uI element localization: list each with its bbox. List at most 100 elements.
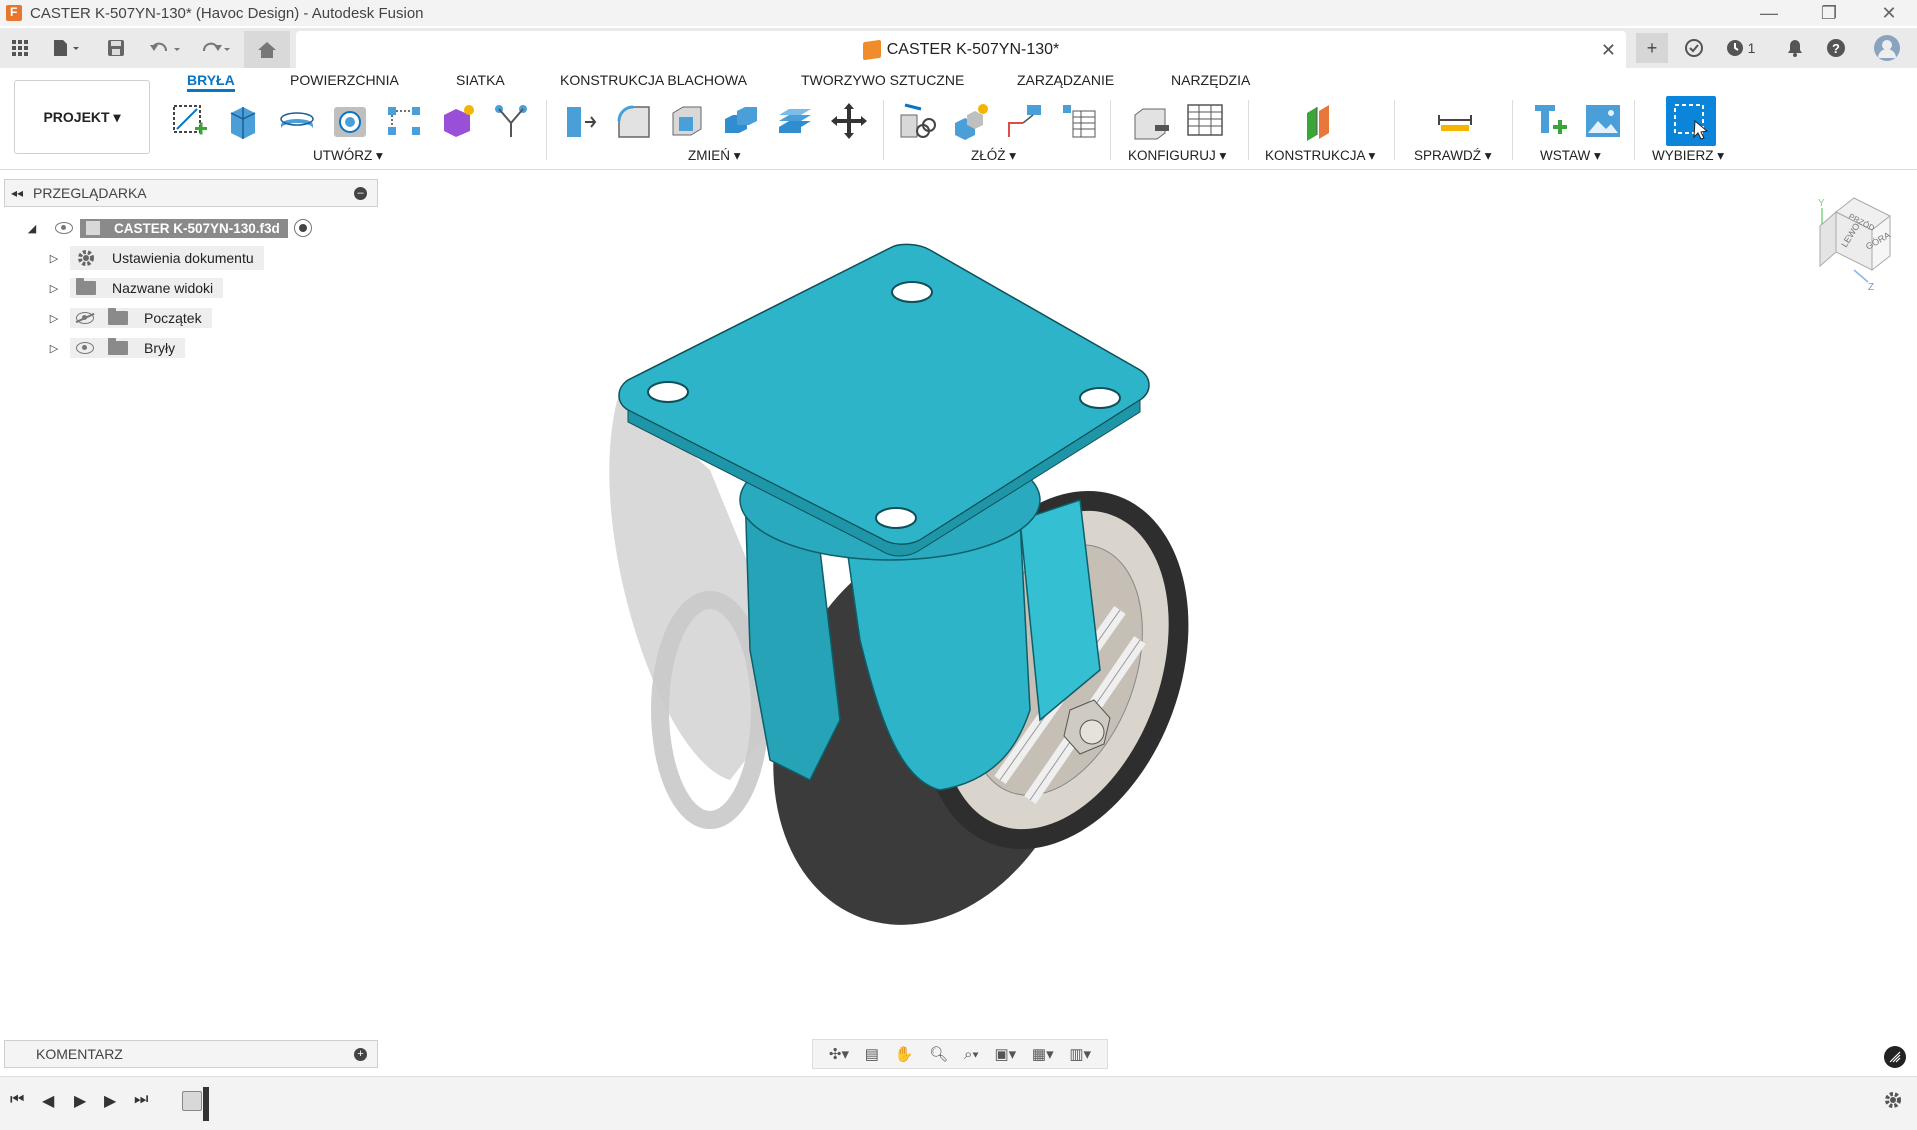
tab-utilities[interactable]: NARZĘDZIA <box>1171 72 1250 88</box>
timeline-marker[interactable] <box>203 1087 209 1121</box>
grid-settings-icon[interactable]: ▦▾ <box>1032 1045 1054 1063</box>
document-settings-pill[interactable]: Ustawienia dokumentu <box>70 246 264 270</box>
insert-canvas-icon[interactable] <box>1582 100 1624 142</box>
bill-of-materials-icon[interactable] <box>1058 100 1100 142</box>
insert-mcmaster-icon[interactable] <box>1528 100 1570 142</box>
zoom-icon[interactable]: 🔍︎ <box>929 1045 948 1063</box>
tab-solid[interactable]: BRYŁA <box>187 72 235 92</box>
tree-row-bodies[interactable]: ▷ Bryły <box>48 336 186 360</box>
group-select-label[interactable]: WYBIERZ ▾ <box>1652 148 1724 164</box>
close-window-button[interactable]: ✕ <box>1861 0 1917 26</box>
restore-button[interactable]: ❐ <box>1801 0 1857 26</box>
extrude-icon[interactable] <box>222 100 264 142</box>
tree-row-document-settings[interactable]: ▷ Ustawienia dokumentu <box>48 246 264 270</box>
measure-icon[interactable] <box>1434 100 1476 142</box>
comment-expand-icon[interactable]: + <box>354 1048 367 1061</box>
expanded-arrow-icon[interactable]: ◢ <box>26 222 38 235</box>
collapsed-arrow-icon[interactable]: ▷ <box>48 252 60 265</box>
group-construct-label[interactable]: KONSTRUKCJA ▾ <box>1265 148 1375 164</box>
tab-mesh[interactable]: SIATKA <box>456 72 505 88</box>
root-component-pill[interactable]: CASTER K-507YN-130.f3d <box>80 218 288 238</box>
derive-icon[interactable] <box>490 100 532 142</box>
collapse-browser-icon[interactable]: ◂◂ <box>11 186 23 200</box>
notifications-bell-icon[interactable] <box>1780 33 1810 63</box>
step-forward-icon[interactable]: ▶ <box>104 1091 116 1111</box>
close-tab-button[interactable]: ✕ <box>1601 40 1616 61</box>
group-configure-label[interactable]: KONFIGURUJ ▾ <box>1128 148 1226 164</box>
go-to-start-icon[interactable]: ⏮ <box>10 1091 24 1109</box>
group-assemble-label[interactable]: ZŁÓŻ ▾ <box>971 148 1016 164</box>
redo-icon[interactable] <box>196 33 236 63</box>
offset-face-icon[interactable] <box>774 100 816 142</box>
select-icon[interactable] <box>1666 96 1716 146</box>
press-pull-icon[interactable] <box>558 100 600 142</box>
shell-icon[interactable] <box>666 100 708 142</box>
file-menu-icon[interactable] <box>46 33 86 63</box>
step-back-icon[interactable]: ◀ <box>42 1091 54 1111</box>
group-create-label[interactable]: UTWÓRZ ▾ <box>313 148 383 164</box>
look-at-icon[interactable]: ▤ <box>865 1045 879 1063</box>
play-icon[interactable]: ▶ <box>74 1091 86 1111</box>
zoom-window-icon[interactable]: ⌕▾ <box>964 1046 979 1063</box>
new-component-icon[interactable] <box>950 100 992 142</box>
fillet-icon[interactable] <box>612 100 654 142</box>
go-to-end-icon[interactable]: ⏭ <box>134 1091 148 1109</box>
new-tab-icon[interactable]: + <box>1636 33 1668 63</box>
collapsed-arrow-icon[interactable]: ▷ <box>48 342 60 355</box>
tree-row-origin[interactable]: ▷ Początek <box>48 306 212 330</box>
home-icon[interactable] <box>244 31 290 68</box>
tree-row-root[interactable]: ◢ CASTER K-507YN-130.f3d <box>26 216 312 240</box>
timeline-feature-icon[interactable] <box>182 1091 202 1111</box>
group-insert-label[interactable]: WSTAW ▾ <box>1540 148 1601 164</box>
collapsed-arrow-icon[interactable]: ▷ <box>48 282 60 295</box>
browser-minimize-icon[interactable]: – <box>354 187 367 200</box>
collapsed-arrow-icon[interactable]: ▷ <box>48 312 60 325</box>
visibility-eye-icon[interactable] <box>76 342 94 354</box>
viewports-icon[interactable]: ▥▾ <box>1069 1045 1091 1063</box>
minimize-button[interactable]: — <box>1741 0 1797 26</box>
configuration-table-icon[interactable] <box>1184 100 1226 142</box>
user-avatar[interactable] <box>1870 33 1904 63</box>
create-form-icon[interactable] <box>437 100 479 142</box>
timeline-settings-gear-icon[interactable] <box>1882 1089 1908 1115</box>
named-views-pill[interactable]: Nazwane widoki <box>70 278 224 298</box>
visibility-eye-icon[interactable] <box>52 222 76 234</box>
group-modify-label[interactable]: ZMIEŃ ▾ <box>688 148 741 164</box>
undo-icon[interactable] <box>146 33 186 63</box>
revolve-icon[interactable] <box>276 100 318 142</box>
tree-row-named-views[interactable]: ▷ Nazwane widoki <box>48 276 224 300</box>
help-icon[interactable]: ? <box>1821 33 1851 63</box>
create-sketch-icon[interactable] <box>168 100 210 142</box>
as-built-joint-icon[interactable] <box>1004 100 1046 142</box>
caster-3d-model[interactable] <box>600 220 1260 940</box>
origin-pill[interactable]: Początek <box>70 308 212 328</box>
job-status-icon[interactable]: 1 <box>1718 33 1762 63</box>
orbit-icon[interactable]: ✣▾ <box>829 1045 849 1063</box>
save-icon[interactable] <box>102 33 130 63</box>
hole-icon[interactable] <box>329 100 371 142</box>
combine-icon[interactable] <box>720 100 762 142</box>
bodies-pill[interactable]: Bryły <box>70 338 186 358</box>
tab-manage[interactable]: ZARZĄDZANIE <box>1017 72 1114 88</box>
tab-plastic[interactable]: TWORZYWO SZTUCZNE <box>801 72 964 88</box>
construction-plane-icon[interactable] <box>1300 100 1342 142</box>
online-status-icon[interactable] <box>1679 33 1709 63</box>
configure-icon[interactable] <box>1130 100 1172 142</box>
comment-panel-header[interactable]: KOMENTARZ + <box>4 1040 378 1068</box>
apps-grid-icon[interactable] <box>6 33 34 63</box>
project-menu-button[interactable]: PROJEKT ▾ <box>14 80 150 154</box>
view-cube[interactable]: Y LEWO GÓRA PRZÓD Z <box>1808 196 1898 293</box>
hidden-eye-icon[interactable] <box>76 312 94 324</box>
move-icon[interactable] <box>828 100 870 142</box>
browser-header[interactable]: ◂◂ PRZEGLĄDARKA – <box>4 179 378 207</box>
layout-grid-toggle-icon[interactable] <box>1884 1046 1906 1068</box>
joint-icon[interactable] <box>896 100 938 142</box>
activate-radio-icon[interactable] <box>293 219 312 237</box>
document-tab[interactable]: CASTER K-507YN-130* ✕ <box>296 31 1626 68</box>
group-inspect-label[interactable]: SPRAWDŹ ▾ <box>1414 148 1492 164</box>
pattern-icon[interactable] <box>383 100 425 142</box>
tab-sheet-metal[interactable]: KONSTRUKCJA BLACHOWA <box>560 72 747 88</box>
tab-surface[interactable]: POWIERZCHNIA <box>290 72 399 88</box>
pan-hand-icon[interactable]: ✋ <box>895 1045 914 1063</box>
display-settings-icon[interactable]: ▣▾ <box>994 1045 1016 1063</box>
